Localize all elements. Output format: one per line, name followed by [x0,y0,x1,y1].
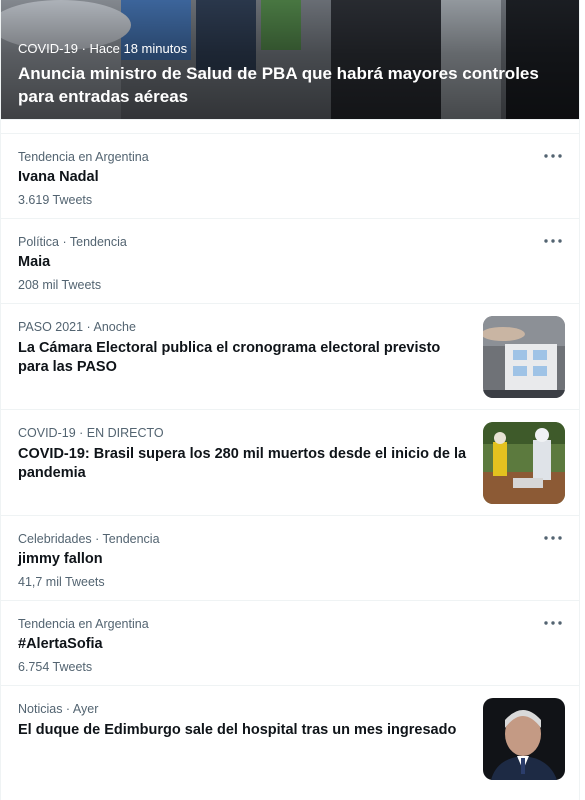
more-horizontal-icon[interactable] [543,532,563,544]
trend-title: Maia [18,254,51,270]
news-title: El duque de Edimburgo sale del hospital … [18,722,457,738]
section-gap [1,119,579,133]
trend-count: 41,7 mil Tweets [18,575,105,589]
news-thumbnail-ballot-box [483,316,565,398]
trend-item[interactable]: Tendencia en Argentina Ivana Nadal 3.619… [1,133,579,218]
news-meta: PASO 2021 · Anoche [18,320,136,334]
trend-meta: Tendencia en Argentina [18,617,149,631]
more-horizontal-icon[interactable] [543,235,563,247]
news-title: La Cámara Electoral publica el cronogram… [18,340,441,375]
trend-title: Ivana Nadal [18,169,99,185]
trend-title: #AlertaSofia [18,636,103,652]
news-thumbnail-cemetery [483,422,565,504]
trend-count: 3.619 Tweets [18,193,93,207]
news-thumbnail-portrait [483,698,565,780]
more-horizontal-icon[interactable] [543,150,563,162]
trend-meta: Política · Tendencia [18,235,127,249]
news-meta: COVID-19 · EN DIRECTO [18,426,164,440]
news-item[interactable]: COVID-19 · EN DIRECTO COVID-19: Brasil s… [1,409,579,515]
news-title: COVID-19: Brasil supera los 280 mil muer… [18,446,467,481]
hero-news-card[interactable]: COVID-19 · Hace 18 minutos Anuncia minis… [1,0,579,119]
trend-count: 6.754 Tweets [18,660,93,674]
trend-item[interactable]: Política · Tendencia Maia 208 mil Tweets [1,218,579,303]
hero-meta: COVID-19 · Hace 18 minutos [18,41,188,56]
news-item[interactable]: Noticias · Ayer El duque de Edimburgo sa… [1,685,579,791]
hero-headline: Anuncia ministro de Salud de PBA que hab… [18,64,539,106]
trend-count: 208 mil Tweets [18,278,102,292]
more-horizontal-icon[interactable] [543,617,563,629]
news-meta: Noticias · Ayer [18,702,99,716]
trend-item[interactable]: Tendencia en Argentina #AlertaSofia 6.75… [1,600,579,685]
trend-meta: Celebridades · Tendencia [18,532,160,546]
news-item[interactable]: PASO 2021 · Anoche La Cámara Electoral p… [1,303,579,409]
trend-meta: Tendencia en Argentina [18,150,149,164]
explore-timeline: COVID-19 · Hace 18 minutos Anuncia minis… [0,0,580,800]
trend-item[interactable]: Celebridades · Tendencia jimmy fallon 41… [1,515,579,600]
trend-title: jimmy fallon [18,551,103,567]
